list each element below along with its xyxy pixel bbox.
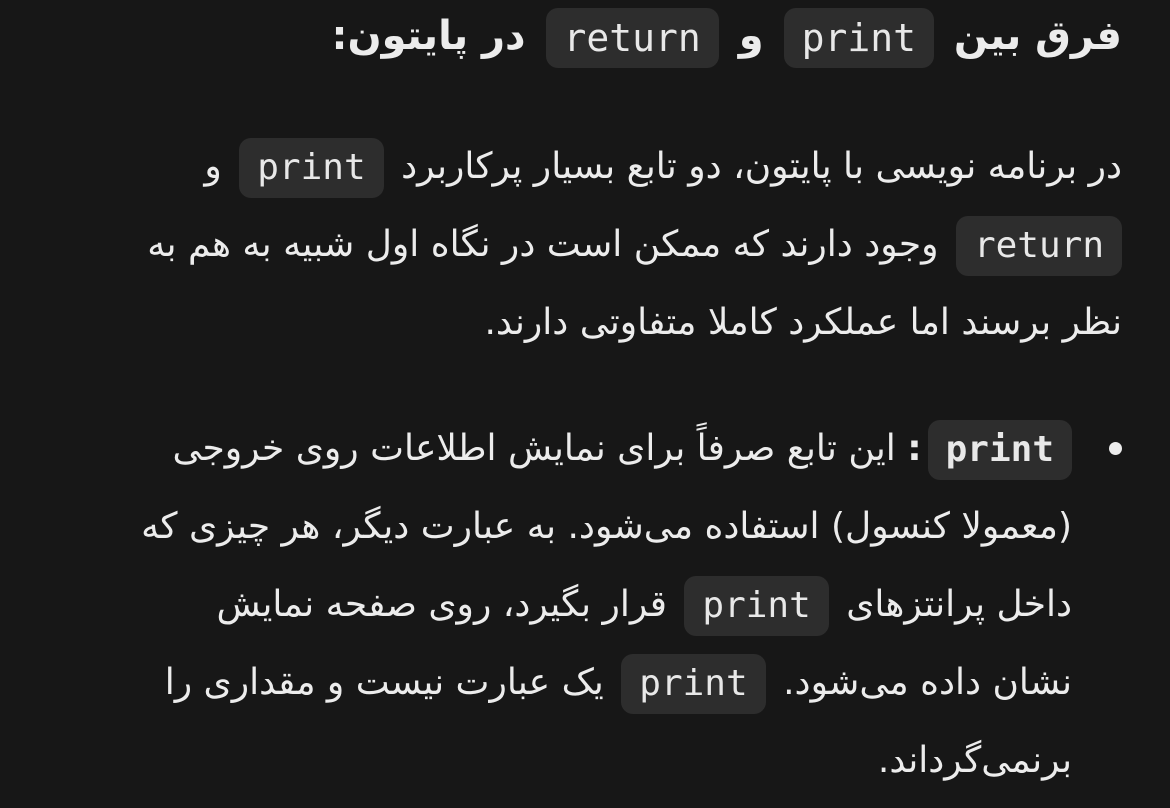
inline-code-print: print [927,420,1072,480]
inline-code-return: return [545,8,719,68]
section-heading: فرق بین print و return در پایتون: [40,0,1122,68]
inline-code-print: print [239,138,384,198]
heading-text-and: و [738,13,764,59]
chat-message-content: فرق بین print و return در پایتون: در برن… [40,0,1122,800]
intro-line-1-text: در برنامه نویسی با پایتون، دو تابع بسیار… [401,146,1122,187]
bullet-line-4-end: یک عبارت نیست و مقداری را [164,662,604,703]
bullet-line-3: داخل پرانتزهای print قرار بگیرد، روی صفح… [40,566,1072,644]
heading-text-end: در پایتون: [331,13,526,59]
intro-line-2: return وجود دارند که ممکن است در نگاه او… [40,206,1122,284]
bullet-line-5: برنمی‌گرداند. [877,740,1072,781]
intro-line-2-text: وجود دارند که ممکن است در نگاه اول شبیه … [147,224,939,265]
intro-line-1: در برنامه نویسی با پایتون، دو تابع بسیار… [40,128,1122,206]
inline-code-print: print [621,654,766,714]
bullet-line-2: (معمولا کنسول) استفاده می‌شود. به عبارت … [141,506,1072,547]
intro-paragraph: در برنامه نویسی با پایتون، دو تابع بسیار… [40,128,1122,362]
bullet-line-4-start: نشان داده می‌شود. [783,662,1072,703]
inline-code-print: print [783,8,934,68]
bullet-list: print: این تابع صرفاً برای نمایش اطلاعات… [40,410,1122,800]
intro-line-3: نظر برسند اما عملکرد کاملا متفاوتی دارند… [484,302,1122,343]
bullet-line-1-text: این تابع صرفاً برای نمایش اطلاعات روی خر… [172,428,896,469]
list-item: print: این تابع صرفاً برای نمایش اطلاعات… [40,410,1122,800]
bullet-colon: : [907,428,922,469]
bullet-line-3-start: داخل پرانتزهای [846,584,1072,625]
bullet-line-3-end: قرار بگیرد، روی صفحه نمایش [216,584,667,625]
bullet-line-4: نشان داده می‌شود. print یک عبارت نیست و … [40,644,1072,722]
bullet-line-1: print: این تابع صرفاً برای نمایش اطلاعات… [40,410,1072,488]
inline-code-return: return [955,216,1122,276]
bullet-dot-icon [1109,442,1122,455]
heading-text-start: فرق بین [953,13,1122,59]
intro-line-1-end: و [204,146,222,187]
inline-code-print: print [684,576,829,636]
